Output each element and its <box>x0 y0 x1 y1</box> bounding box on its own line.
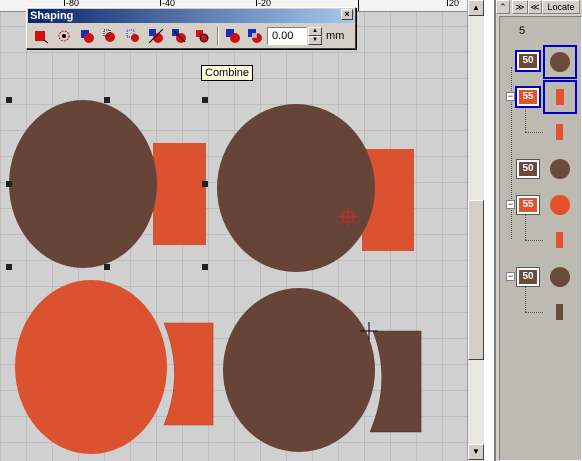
app-window: -80 -40 -20 20 ▲ ▼ ⌃ ≫ ≪ Locate 5 50 − 5… <box>0 0 582 461</box>
rect-object-icon <box>556 232 563 248</box>
object-tree[interactable]: 5 50 − 55 50 − 55 − 50 <box>499 16 582 461</box>
splitter-left <box>484 0 494 461</box>
circle-shape-tl[interactable] <box>9 100 157 268</box>
collapse-up-icon[interactable]: ⌃ <box>496 0 510 14</box>
circle-object-icon <box>550 195 570 215</box>
object-thumbnail[interactable] <box>546 226 574 254</box>
object-thumbnail[interactable] <box>546 118 574 146</box>
shape-slash-icon[interactable] <box>168 26 190 46</box>
circle-object-icon <box>550 52 570 72</box>
tree-expander[interactable]: − <box>506 92 515 101</box>
object-thumbnail[interactable] <box>546 155 574 183</box>
locate-button[interactable]: Locate <box>542 0 580 14</box>
tree-connector <box>525 240 543 241</box>
scroll-up-button[interactable]: ▲ <box>468 0 484 16</box>
spin-down-button[interactable]: ▼ <box>308 36 322 45</box>
combine-icon[interactable] <box>222 26 244 46</box>
circle-shape-br[interactable] <box>223 288 375 452</box>
rect-object-icon <box>556 124 563 140</box>
rect-object-icon <box>556 304 563 320</box>
shape-red-square-2-icon[interactable] <box>191 26 213 46</box>
tree-connector <box>525 215 526 240</box>
panel-toolbar: ⌃ ≫ ≪ Locate <box>496 0 582 15</box>
expand-all-button[interactable]: ≪ <box>528 0 542 14</box>
color-badge[interactable]: 50 <box>516 267 540 287</box>
sequence-panel: ⌃ ≫ ≪ Locate 5 50 − 55 50 − 55 − 50 <box>496 0 582 461</box>
ruler-label: 20 <box>449 0 460 8</box>
scroll-thumb[interactable] <box>468 200 484 360</box>
object-count: 5 <box>519 25 526 37</box>
scroll-down-button[interactable]: ▼ <box>468 444 484 460</box>
shape-dotted-blue-icon[interactable] <box>122 26 144 46</box>
object-thumbnail[interactable] <box>546 263 574 291</box>
combine-alt-icon[interactable] <box>244 26 266 46</box>
shape-circle-cut-icon[interactable] <box>99 26 121 46</box>
shape-dotted-circle-icon[interactable] <box>53 26 75 46</box>
tree-connector <box>525 312 543 313</box>
spin-up-button[interactable]: ▲ <box>308 27 322 36</box>
circle-object-icon <box>550 267 570 287</box>
tree-expander[interactable]: − <box>506 272 515 281</box>
margin-spinner[interactable]: ▲ ▼ <box>308 27 322 45</box>
circle-object-icon <box>550 159 570 179</box>
color-badge[interactable]: 55 <box>516 195 540 215</box>
object-thumbnail[interactable] <box>543 45 577 79</box>
circle-shape-bl[interactable] <box>15 280 167 454</box>
object-thumbnail[interactable] <box>546 298 574 326</box>
shaping-toolbar[interactable]: Shaping × 0.00 ▲ ▼ mm <box>26 7 356 49</box>
margin-input[interactable]: 0.00 <box>267 27 307 45</box>
tree-expander[interactable]: − <box>506 200 515 209</box>
tree-connector <box>525 132 543 133</box>
toolbar-title[interactable]: Shaping <box>28 9 354 23</box>
rect-object-icon <box>556 89 564 105</box>
object-thumbnail[interactable] <box>546 191 574 219</box>
vertical-scrollbar[interactable]: ▲ ▼ <box>467 0 484 461</box>
collapse-all-button[interactable]: ≫ <box>512 0 528 14</box>
tree-connector <box>525 287 526 312</box>
shape-red-square-icon[interactable] <box>30 26 52 46</box>
unit-label: mm <box>326 30 345 42</box>
tooltip: Combine <box>201 65 254 81</box>
color-badge[interactable]: 55 <box>515 86 541 108</box>
circle-shape-tr[interactable] <box>217 104 375 272</box>
color-badge[interactable]: 50 <box>515 50 541 72</box>
color-badge[interactable]: 50 <box>516 159 540 179</box>
rect-shape-tl[interactable] <box>153 143 206 245</box>
close-button[interactable]: × <box>341 9 353 20</box>
shape-blue-red-combo-icon[interactable] <box>76 26 98 46</box>
tree-connector <box>525 107 526 132</box>
object-thumbnail[interactable] <box>543 80 577 114</box>
shape-diagonal-icon[interactable] <box>145 26 167 46</box>
toolbar-separator <box>217 27 219 45</box>
